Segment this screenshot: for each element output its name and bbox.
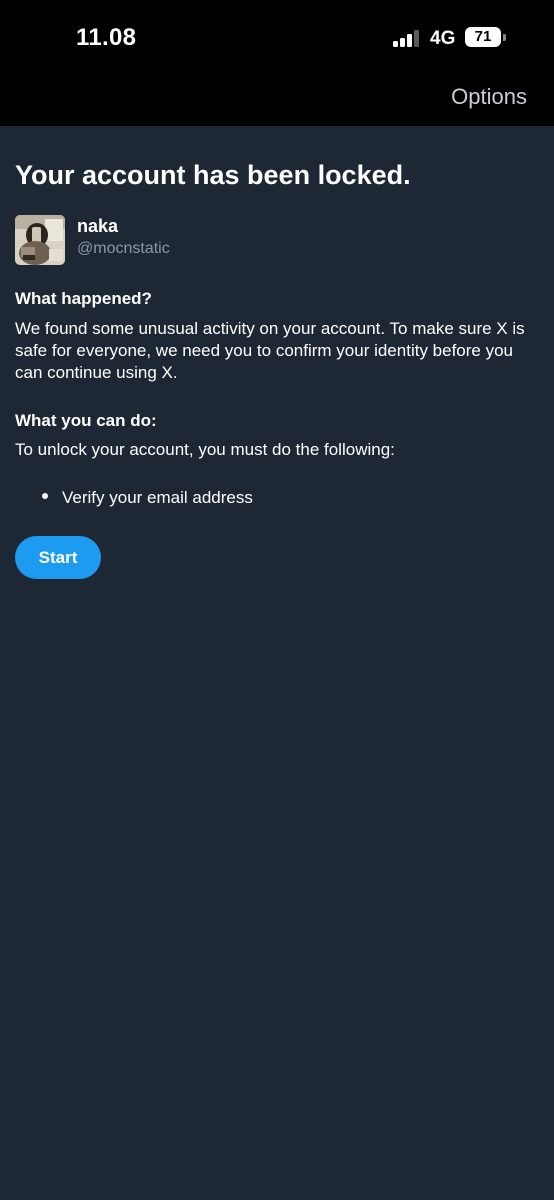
page-title: Your account has been locked. [15, 160, 411, 190]
what-you-can-do-text: To unlock your account, you must do the … [15, 440, 395, 459]
status-and-header-bar: 11.08 4G 71 Options [0, 0, 554, 126]
user-display-name: naka [77, 216, 119, 236]
start-button[interactable]: Start [15, 536, 101, 579]
cellular-signal-icon [393, 30, 423, 47]
battery-nub [503, 34, 506, 41]
options-button[interactable]: Options [451, 84, 527, 110]
what-happened-text: We found some unusual activity on your a… [15, 319, 525, 382]
bullet-icon [42, 493, 48, 499]
status-time: 11.08 [76, 24, 137, 51]
network-type: 4G [430, 28, 456, 49]
what-happened-heading: What happened? [15, 289, 152, 308]
list-item: Verify your email address [62, 488, 253, 507]
battery-level: 71 [474, 28, 492, 45]
user-handle: @mocnstatic [77, 240, 170, 257]
what-you-can-do-heading: What you can do: [15, 411, 157, 430]
avatar [15, 215, 65, 265]
battery-icon: 71 [465, 27, 501, 47]
